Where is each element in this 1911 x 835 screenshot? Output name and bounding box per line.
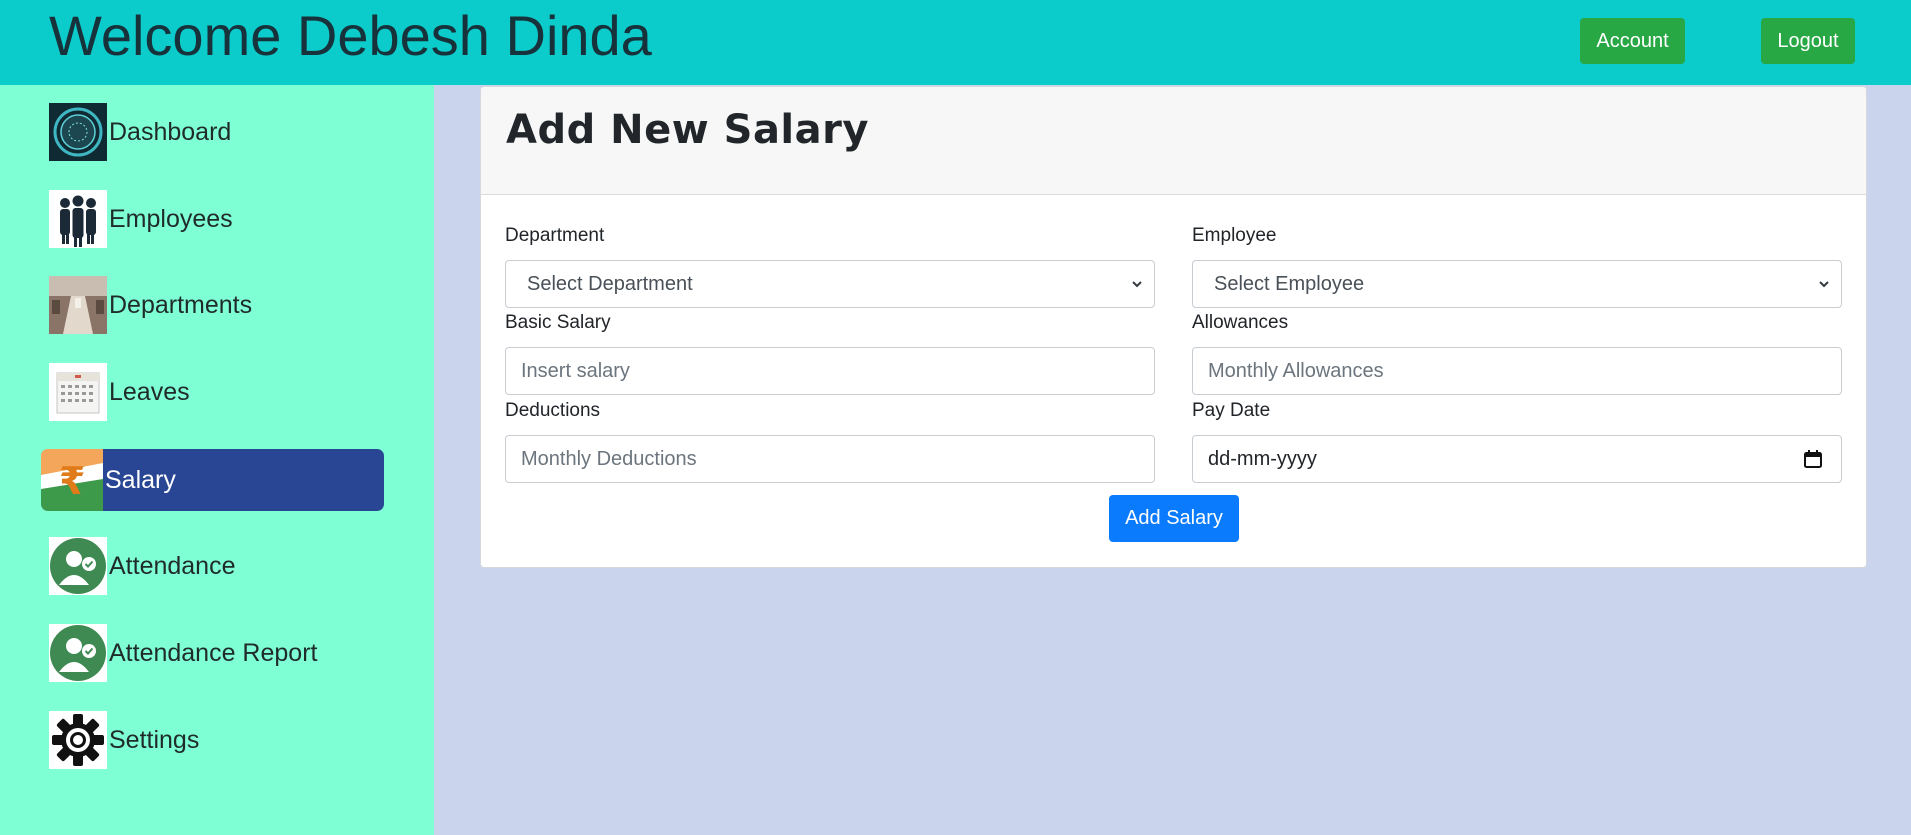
sidebar-item-label: Salary	[105, 465, 176, 494]
pay-date-label: Pay Date	[1192, 400, 1271, 421]
sidebar-item-settings[interactable]: Settings	[49, 711, 389, 769]
department-label: Department	[505, 225, 605, 246]
sidebar-item-label: Settings	[109, 725, 200, 754]
employee-select[interactable]: Select Employee	[1192, 260, 1842, 308]
deductions-input[interactable]	[521, 447, 1139, 471]
department-selected-value: Select Department	[527, 272, 693, 295]
sidebar: Dashboard Employees Departments Leaves ₹…	[0, 85, 434, 835]
department-select[interactable]: Select Department	[505, 260, 1155, 308]
add-salary-card: Add New Salary Department Select Departm…	[480, 86, 1867, 568]
employee-selected-value: Select Employee	[1214, 272, 1365, 295]
add-salary-button[interactable]: Add Salary	[1109, 495, 1239, 542]
employees-icon	[49, 190, 107, 248]
logout-button[interactable]: Logout	[1761, 18, 1855, 64]
dashboard-icon	[49, 103, 107, 161]
svg-text:₹: ₹	[59, 459, 85, 503]
top-bar: Welcome Debesh Dinda Account Logout	[0, 0, 1911, 85]
deductions-label: Deductions	[505, 400, 601, 421]
sidebar-item-leaves[interactable]: Leaves	[49, 363, 389, 421]
allowances-label: Allowances	[1192, 312, 1289, 333]
pay-date-value: dd-mm-yyyy	[1208, 447, 1317, 470]
sidebar-item-label: Leaves	[109, 377, 190, 406]
page-title: Add New Salary	[506, 107, 869, 153]
deductions-field[interactable]	[505, 435, 1155, 483]
departments-icon	[49, 276, 107, 334]
card-header: Add New Salary	[481, 87, 1866, 195]
basic-salary-field[interactable]	[505, 347, 1155, 395]
sidebar-item-label: Departments	[109, 290, 253, 319]
pay-date-field[interactable]: dd-mm-yyyy	[1192, 435, 1842, 483]
sidebar-item-salary[interactable]: ₹ Salary	[41, 449, 384, 511]
chevron-down-icon	[1132, 281, 1142, 288]
calendar-icon	[49, 363, 107, 421]
sidebar-item-departments[interactable]: Departments	[49, 276, 389, 334]
rupee-icon: ₹	[41, 449, 103, 511]
sidebar-item-label: Employees	[109, 204, 233, 233]
sidebar-item-attendance-report[interactable]: Attendance Report	[49, 624, 389, 682]
employee-label: Employee	[1192, 225, 1277, 246]
sidebar-item-label: Dashboard	[109, 117, 232, 146]
basic-salary-label: Basic Salary	[505, 312, 611, 333]
sidebar-item-label: Attendance Report	[109, 638, 318, 667]
calendar-picker-icon[interactable]	[1803, 449, 1823, 469]
chevron-down-icon	[1819, 281, 1829, 288]
account-button[interactable]: Account	[1580, 18, 1685, 64]
welcome-heading: Welcome Debesh Dinda	[49, 4, 652, 67]
allowances-field[interactable]	[1192, 347, 1842, 395]
basic-salary-input[interactable]	[521, 359, 1139, 383]
attendance-report-icon	[49, 624, 107, 682]
sidebar-item-label: Attendance	[109, 551, 236, 580]
gear-icon	[49, 711, 107, 769]
sidebar-item-dashboard[interactable]: Dashboard	[49, 103, 389, 161]
sidebar-item-employees[interactable]: Employees	[49, 190, 389, 248]
sidebar-item-attendance[interactable]: Attendance	[49, 537, 389, 595]
allowances-input[interactable]	[1208, 359, 1826, 383]
attendance-icon	[49, 537, 107, 595]
